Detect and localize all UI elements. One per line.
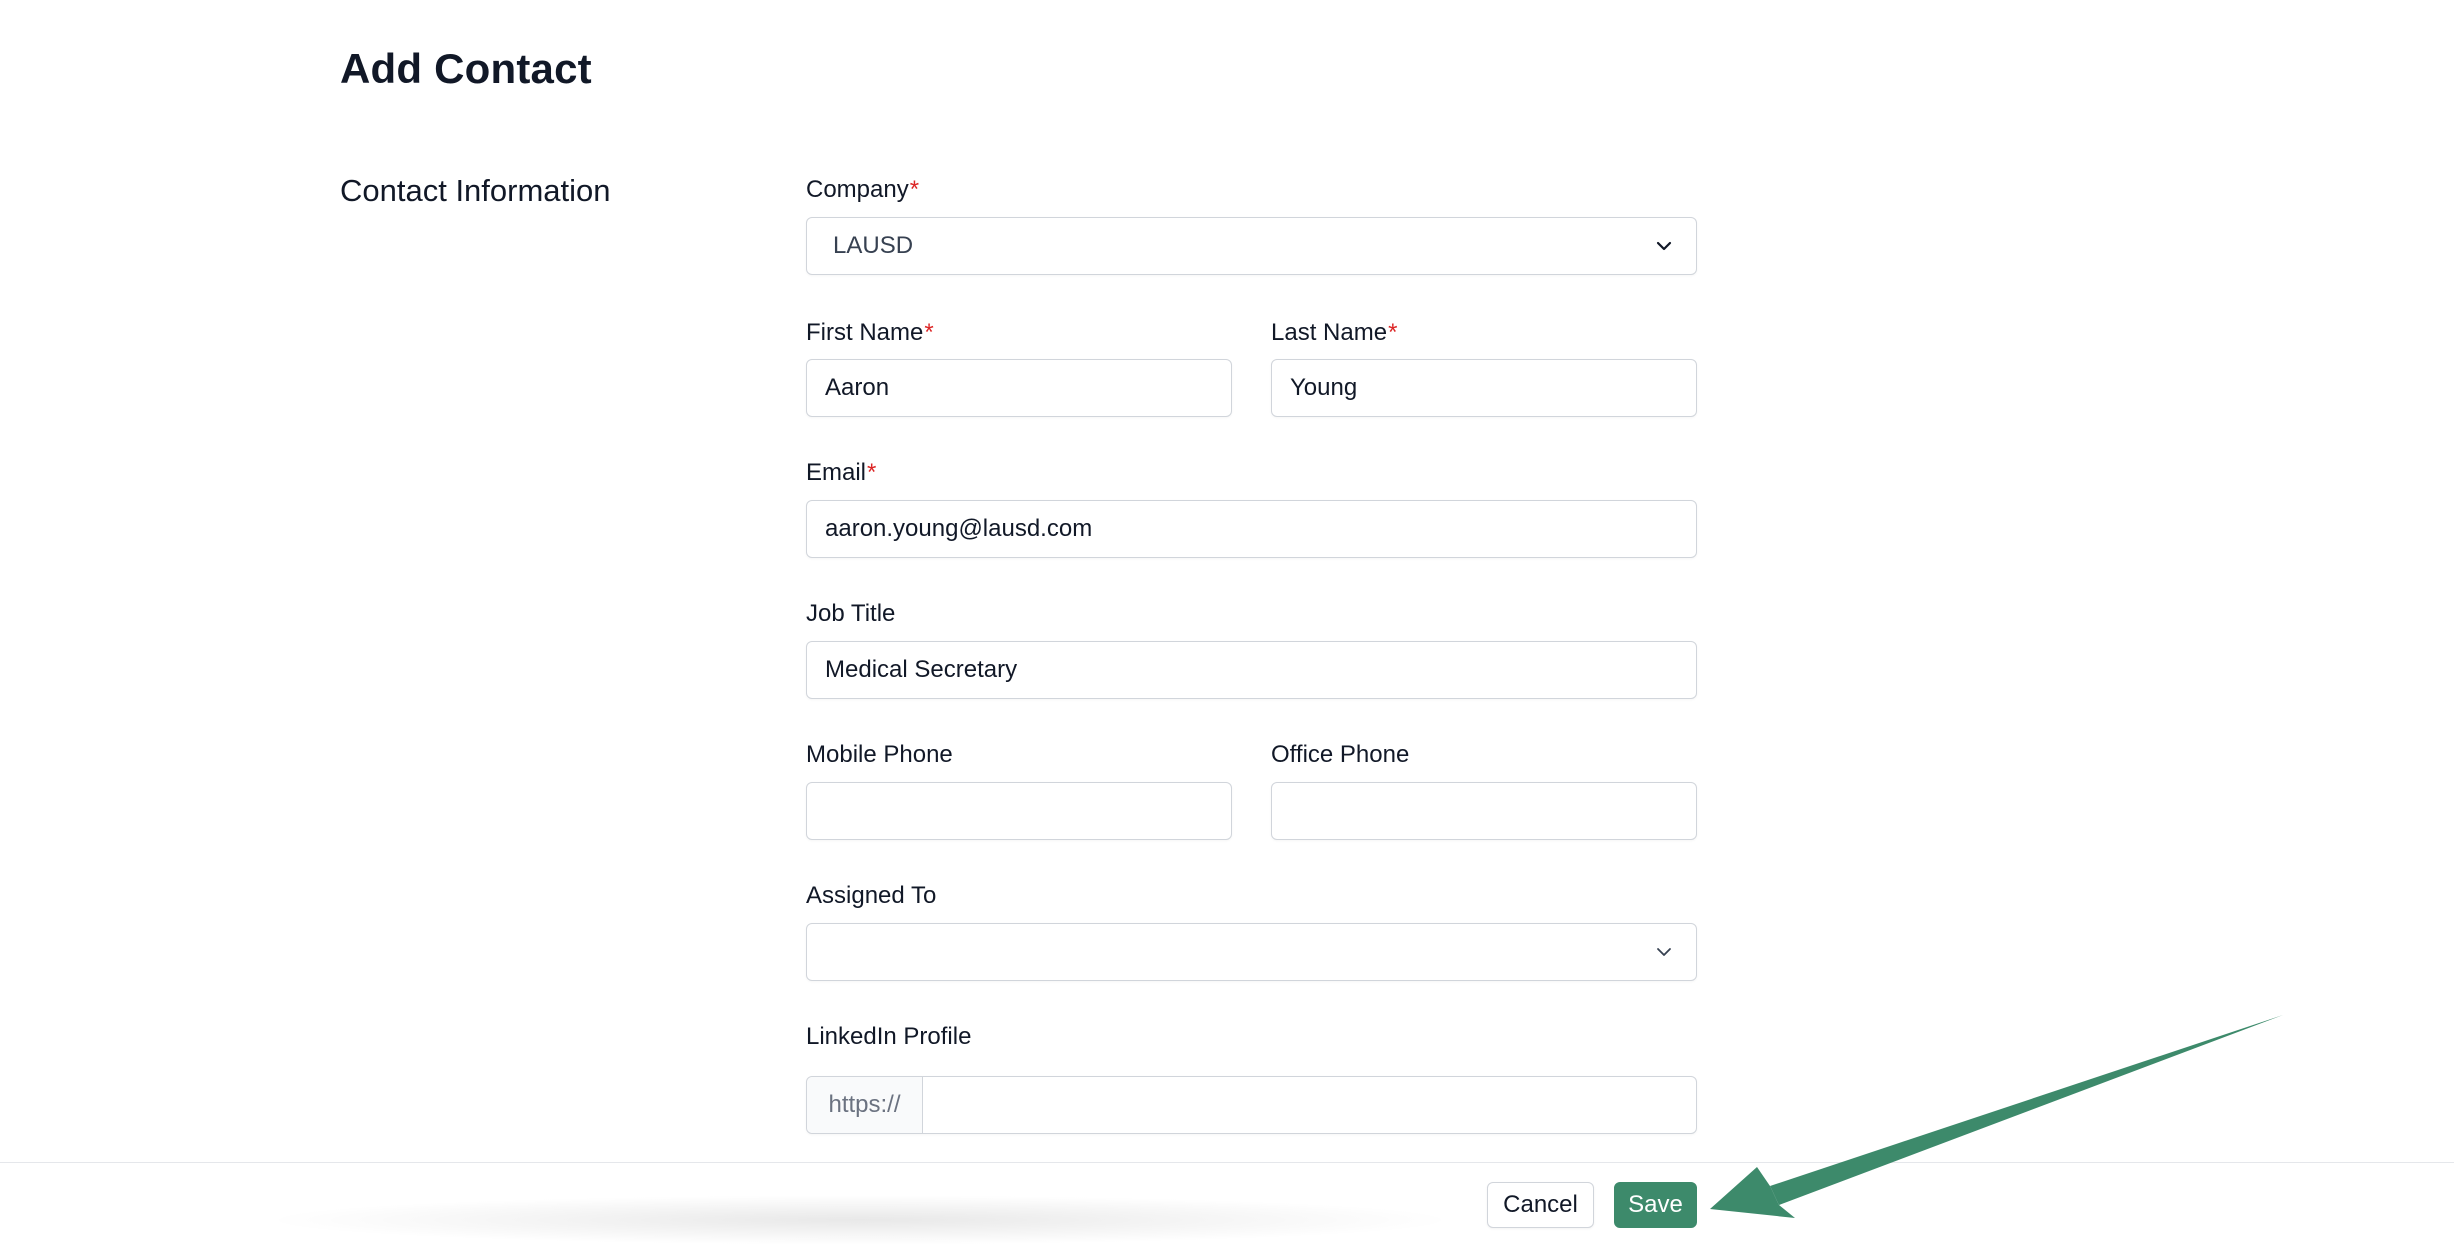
office-phone-field[interactable] (1271, 782, 1697, 840)
job-title-value: Medical Secretary (825, 656, 1018, 683)
cancel-button[interactable]: Cancel (1487, 1182, 1594, 1228)
company-label: Company* (806, 174, 919, 206)
first-name-label-text: First Name (806, 319, 924, 346)
last-name-label: Last Name* (1271, 317, 1397, 349)
first-name-field[interactable]: Aaron (806, 359, 1232, 417)
job-title-field[interactable]: Medical Secretary (806, 641, 1697, 699)
last-name-value: Young (1290, 374, 1358, 401)
chevron-down-icon (1656, 241, 1672, 251)
email-label-text: Email (806, 459, 867, 486)
section-title: Contact Information (340, 173, 611, 208)
email-value: aaron.young@lausd.com (825, 515, 1093, 542)
linkedin-label: LinkedIn Profile (806, 1023, 972, 1050)
assigned-to-select[interactable] (806, 923, 1697, 981)
mobile-phone-field[interactable] (806, 782, 1232, 840)
linkedin-field[interactable]: https:// (806, 1076, 1697, 1134)
page-title: Add Contact (340, 45, 592, 92)
save-button[interactable]: Save (1614, 1182, 1697, 1228)
email-label: Email* (806, 457, 876, 489)
company-value: LAUSD (833, 232, 914, 259)
arrow-icon (1710, 1015, 2283, 1218)
company-label-text: Company (806, 176, 909, 203)
mobile-phone-label: Mobile Phone (806, 741, 953, 768)
company-select[interactable]: LAUSD (806, 217, 1697, 275)
required-marker: * (909, 176, 920, 203)
chevron-down-icon (1657, 948, 1671, 956)
first-name-label: First Name* (806, 317, 934, 349)
email-field[interactable]: aaron.young@lausd.com (806, 500, 1697, 558)
required-marker: * (867, 459, 877, 486)
assigned-to-label: Assigned To (806, 882, 937, 909)
office-phone-label: Office Phone (1271, 741, 1410, 768)
job-title-label: Job Title (806, 600, 896, 627)
required-marker: * (1388, 319, 1398, 346)
last-name-field[interactable]: Young (1271, 359, 1697, 417)
first-name-value: Aaron (825, 374, 890, 401)
arrow-shape (1770, 1015, 2283, 1205)
required-marker: * (924, 319, 934, 346)
last-name-label-text: Last Name (1271, 319, 1388, 346)
url-prefix: https:// (807, 1077, 923, 1133)
